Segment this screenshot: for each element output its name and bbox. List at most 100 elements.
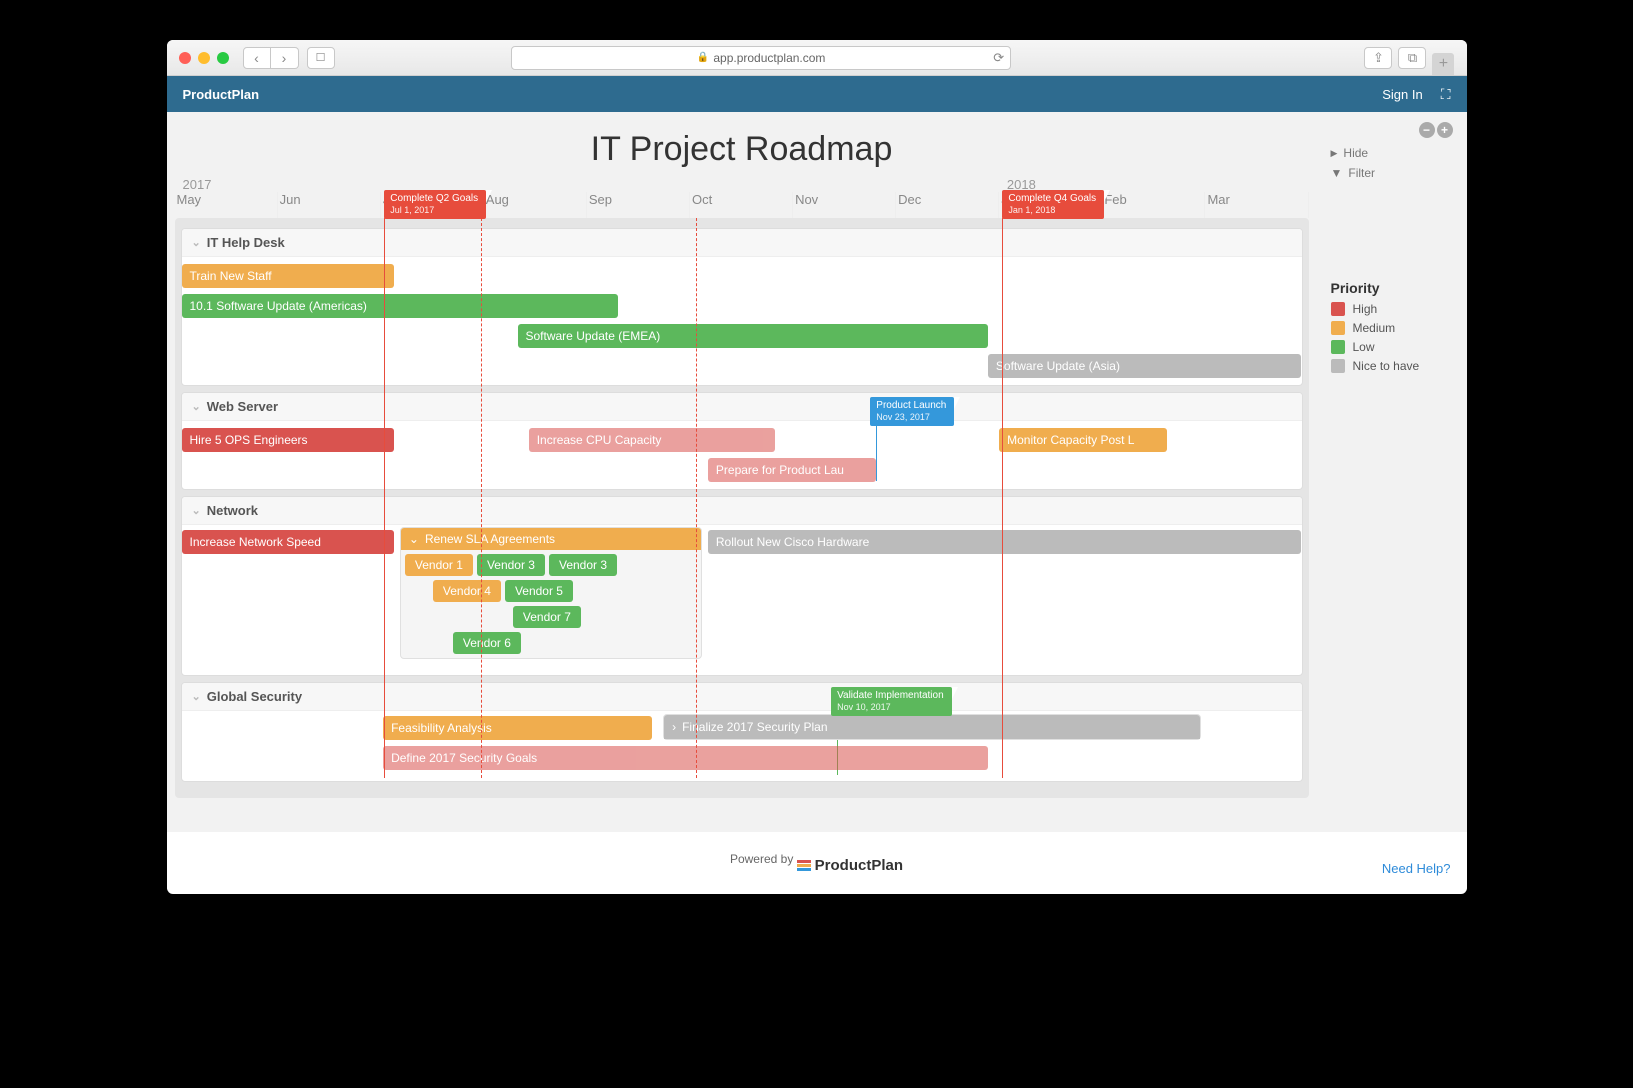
bar-software-update-asia[interactable]: Software Update (Asia) <box>988 354 1302 378</box>
back-button[interactable]: ‹ <box>243 47 271 69</box>
lane-title: Network <box>207 503 258 518</box>
triangle-right-icon: ▶ <box>1331 148 1338 159</box>
lane-header[interactable]: ⌄ IT Help Desk <box>182 229 1302 257</box>
bar-define-goals[interactable]: Define 2017 Security Goals <box>383 746 988 770</box>
legend-title: Priority <box>1331 280 1453 296</box>
container-title: Renew SLA Agreements <box>425 532 555 546</box>
content: IT Project Roadmap 2017 2018 May Jun Jul… <box>167 112 1467 832</box>
container-title: Finalize 2017 Security Plan <box>682 720 827 734</box>
container-sla[interactable]: ⌄ Renew SLA Agreements Vendor 1 Vendor 3… <box>400 527 702 659</box>
fullscreen-icon[interactable]: ⛶ <box>1441 86 1451 103</box>
forward-button[interactable]: › <box>271 47 299 69</box>
sidebar-toggle-button[interactable]: ☐ <box>307 47 335 69</box>
hide-label: Hide <box>1343 146 1368 160</box>
footer: Powered by ProductPlan Need Help? <box>167 832 1467 894</box>
month-label: Mar <box>1205 192 1308 218</box>
milestone-title: Complete Q4 Goals <box>1008 193 1096 204</box>
milestone-line <box>1002 218 1003 778</box>
logo-icon <box>797 860 811 871</box>
container-finalize-plan[interactable]: › Finalize 2017 Security Plan <box>663 714 1201 740</box>
sign-in-link[interactable]: Sign In <box>1382 87 1422 102</box>
bar-monitor-capacity[interactable]: Monitor Capacity Post L <box>999 428 1167 452</box>
chip-vendor[interactable]: Vendor 5 <box>505 580 573 602</box>
milestone-date: Nov 23, 2017 <box>876 412 946 423</box>
lane-network: ⌄ Network Increase Network Speed Rollout… <box>181 496 1303 676</box>
footer-logo[interactable]: ProductPlan <box>797 857 903 874</box>
browser-chrome: ‹ › ☐ 🔒 app.productplan.com ⟳ ⇪ ⧉ + <box>167 40 1467 76</box>
close-window-button[interactable] <box>179 52 191 64</box>
chevron-down-icon: ⌄ <box>409 532 419 546</box>
milestone-date: Nov 10, 2017 <box>837 702 944 713</box>
month-label: Sep <box>587 192 690 218</box>
minimize-window-button[interactable] <box>198 52 210 64</box>
brand-label: ProductPlan <box>183 87 260 102</box>
chip-vendor[interactable]: Vendor 6 <box>453 632 521 654</box>
bar-prepare-launch[interactable]: Prepare for Product Lau <box>708 458 876 482</box>
chip-vendor[interactable]: Vendor 1 <box>405 554 473 576</box>
year-label-left: 2017 <box>175 177 999 192</box>
milestone-product-launch[interactable]: Product Launch Nov 23, 2017 <box>870 397 954 426</box>
hide-toggle[interactable]: ▶ Hide <box>1331 146 1453 160</box>
milestone-title: Product Launch <box>876 400 946 411</box>
filter-label: Filter <box>1348 166 1375 180</box>
url-bar[interactable]: 🔒 app.productplan.com ⟳ <box>511 46 1011 70</box>
swatch-nice <box>1331 359 1345 373</box>
url-text: app.productplan.com <box>713 51 825 65</box>
share-button[interactable]: ⇪ <box>1364 47 1392 69</box>
chip-vendor[interactable]: Vendor 3 <box>549 554 617 576</box>
lane-header[interactable]: ⌄ Network <box>182 497 1302 525</box>
milestone-validate[interactable]: Validate Implementation Nov 10, 2017 <box>831 687 952 716</box>
bar-software-update-americas[interactable]: 10.1 Software Update (Americas) <box>182 294 619 318</box>
need-help-link[interactable]: Need Help? <box>1382 861 1451 876</box>
traffic-lights <box>179 52 229 64</box>
swatch-high <box>1331 302 1345 316</box>
lock-icon: 🔒 <box>697 52 709 63</box>
milestone-line <box>696 218 697 778</box>
bar-hire-ops[interactable]: Hire 5 OPS Engineers <box>182 428 395 452</box>
zoom-out-button[interactable]: − <box>1419 122 1435 138</box>
app-header: ProductPlan Sign In ⛶ <box>167 76 1467 112</box>
milestone-q4[interactable]: Complete Q4 Goals Jan 1, 2018 <box>1002 190 1104 219</box>
milestone-date: Jan 1, 2018 <box>1008 205 1096 216</box>
month-label: Dec <box>896 192 999 218</box>
browser-window: ‹ › ☐ 🔒 app.productplan.com ⟳ ⇪ ⧉ + Prod… <box>167 40 1467 894</box>
lane-title: IT Help Desk <box>207 235 285 250</box>
chevron-down-icon: ⌄ <box>192 236 201 249</box>
maximize-window-button[interactable] <box>217 52 229 64</box>
lanes-container: ⌄ IT Help Desk Train New Staff 10.1 Soft… <box>175 218 1309 798</box>
lane-webserver: ⌄ Web Server Product Launch Nov 23, 2017… <box>181 392 1303 490</box>
bar-feasibility[interactable]: Feasibility Analysis <box>383 716 652 740</box>
chevron-down-icon: ⌄ <box>192 400 201 413</box>
chip-vendor[interactable]: Vendor 4 <box>433 580 501 602</box>
zoom-in-button[interactable]: + <box>1437 122 1453 138</box>
lane-header[interactable]: ⌄ Web Server <box>182 393 1302 421</box>
month-label: Feb <box>1102 192 1205 218</box>
milestone-q2[interactable]: Complete Q2 Goals Jul 1, 2017 <box>384 190 486 219</box>
bar-cisco-rollout[interactable]: Rollout New Cisco Hardware <box>708 530 1302 554</box>
page-title: IT Project Roadmap <box>167 112 1317 177</box>
swatch-low <box>1331 340 1345 354</box>
refresh-icon[interactable]: ⟳ <box>993 50 1004 66</box>
bar-software-update-emea[interactable]: Software Update (EMEA) <box>518 324 988 348</box>
month-label: Jun <box>278 192 381 218</box>
bar-network-speed[interactable]: Increase Network Speed <box>182 530 395 554</box>
lane-header[interactable]: ⌄ Global Security <box>182 683 1302 711</box>
filter-icon: ▼ <box>1331 166 1343 180</box>
milestone-line <box>481 218 482 778</box>
filter-toggle[interactable]: ▼ Filter <box>1331 166 1453 180</box>
tabs-button[interactable]: ⧉ <box>1398 47 1426 69</box>
lane-title: Web Server <box>207 399 278 414</box>
chip-vendor[interactable]: Vendor 7 <box>513 606 581 628</box>
bar-train-staff[interactable]: Train New Staff <box>182 264 395 288</box>
legend-item-low: Low <box>1331 340 1453 354</box>
milestone-title: Validate Implementation <box>837 690 944 701</box>
month-label: Aug <box>484 192 587 218</box>
milestone-line <box>384 218 385 778</box>
right-sidebar: − + ▶ Hide ▼ Filter Priority High Medium… <box>1317 112 1467 832</box>
chip-vendor[interactable]: Vendor 3 <box>477 554 545 576</box>
powered-by-label: Powered by <box>730 852 793 866</box>
milestone-title: Complete Q2 Goals <box>390 193 478 204</box>
bar-increase-cpu[interactable]: Increase CPU Capacity <box>529 428 775 452</box>
month-label: Oct <box>690 192 793 218</box>
new-tab-button[interactable]: + <box>1432 53 1454 75</box>
